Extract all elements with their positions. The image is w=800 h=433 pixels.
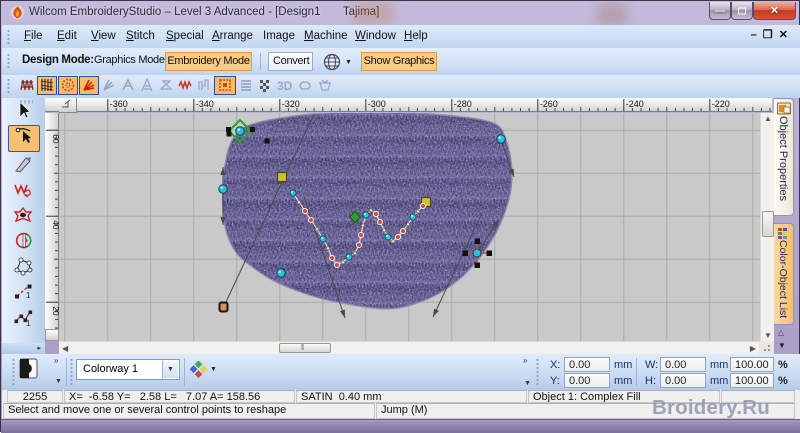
svg-text:-320: -320 [282,99,300,109]
svg-text:-360: -360 [110,99,128,109]
svg-text:-220: -220 [712,99,730,109]
svg-text:-340: -340 [196,99,214,109]
svg-text:1: 1 [26,291,31,300]
svg-text:1: 1 [26,319,31,328]
svg-text:-300: -300 [368,99,386,109]
svg-text:-260: -260 [540,99,558,109]
svg-text:-280: -280 [454,99,472,109]
svg-text:-240: -240 [626,99,644,109]
